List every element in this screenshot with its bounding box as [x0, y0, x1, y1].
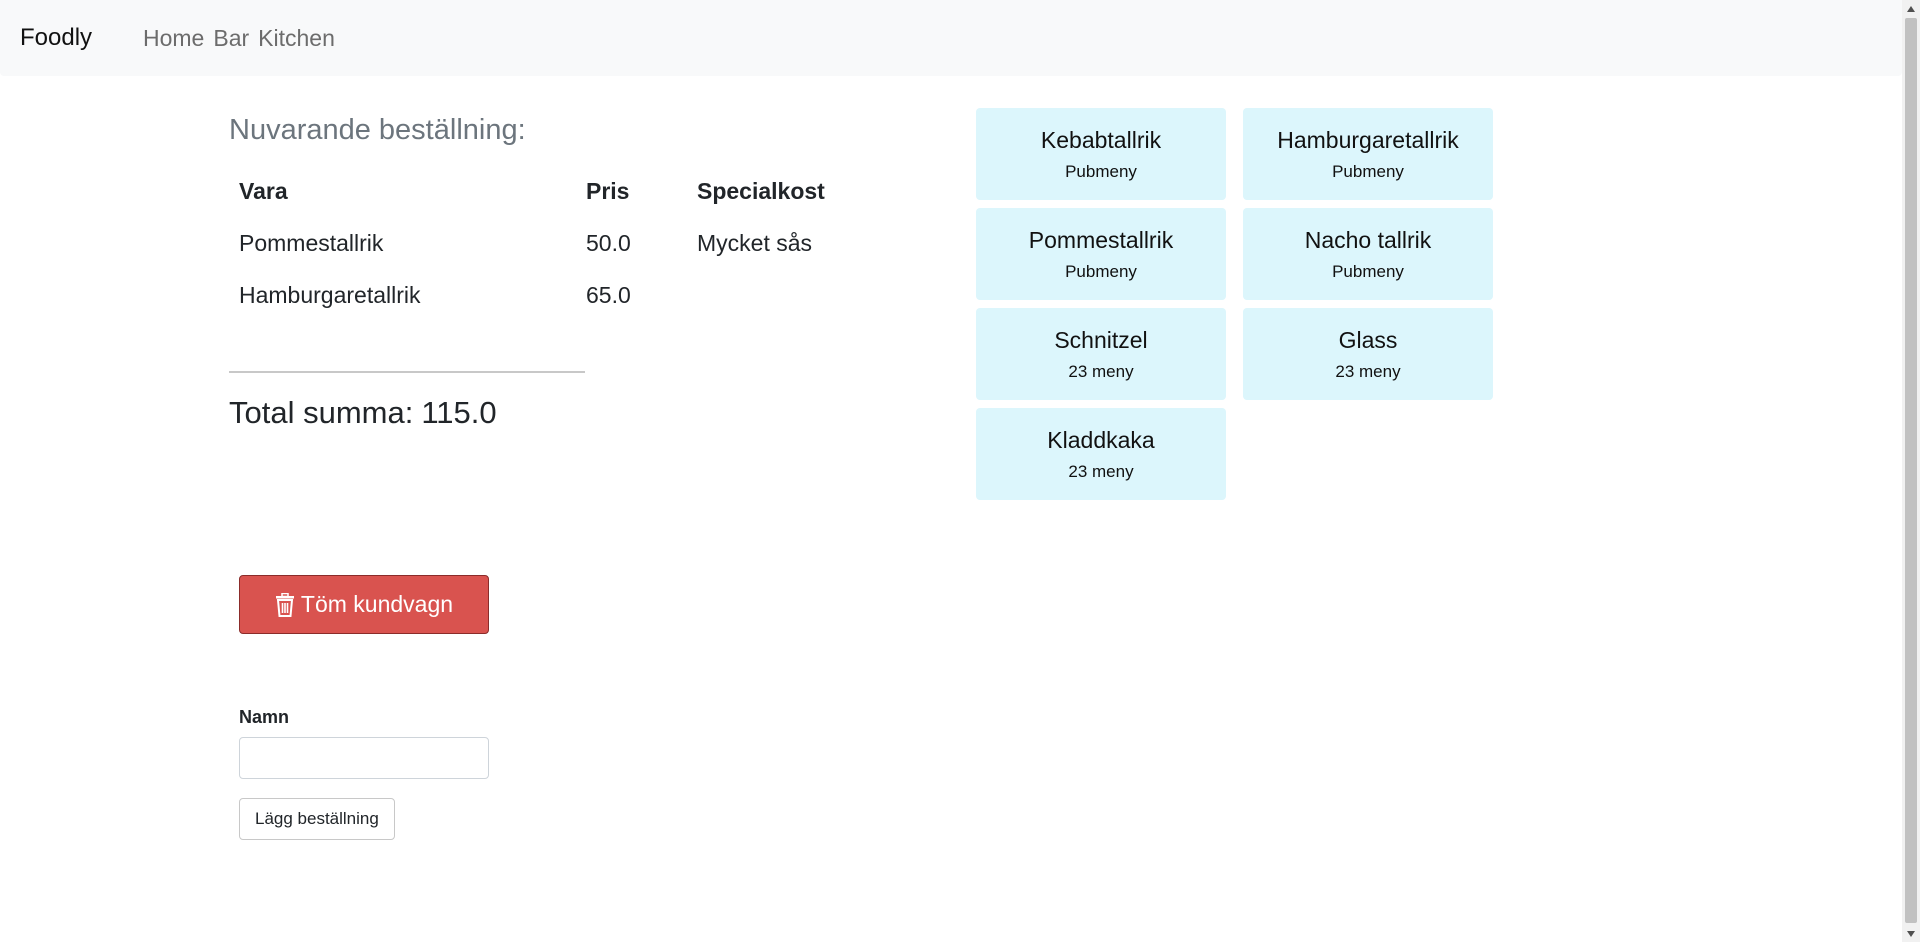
- nav-link-home[interactable]: Home: [143, 25, 204, 52]
- clear-cart-button[interactable]: Töm kundvagn: [239, 575, 489, 634]
- menu-item-name: Pommestallrik: [1028, 227, 1174, 253]
- place-order-button[interactable]: Lägg beställning: [239, 798, 395, 840]
- menu-item-category: 23 meny: [1068, 462, 1134, 481]
- order-heading: Nuvarande beställning:: [229, 114, 526, 146]
- menu-item-category: Pubmeny: [1332, 162, 1404, 181]
- menu-item-category: Pubmeny: [1065, 262, 1137, 281]
- navbar: Foodly Home Bar Kitchen: [0, 0, 1902, 76]
- order-item-special: Mycket sås: [697, 229, 813, 256]
- order-total: Total summa: 115.0: [229, 395, 505, 431]
- clear-cart-label: Töm kundvagn: [300, 591, 454, 617]
- menu-item-category: Pubmeny: [1332, 262, 1404, 281]
- nav-links: Home Bar Kitchen: [143, 25, 335, 52]
- order-item-special: [687, 269, 897, 321]
- column-header-special: Specialkost: [697, 177, 825, 204]
- total-value: 115.0: [421, 395, 497, 430]
- scrollbar-thumb[interactable]: [1905, 18, 1917, 923]
- menu-item-name: Kladdkaka: [1047, 427, 1155, 453]
- column-header-price: Pris: [586, 177, 630, 204]
- menu-item-name: Hamburgaretallrik: [1277, 127, 1459, 153]
- name-input[interactable]: [239, 737, 489, 779]
- page: Foodly Home Bar Kitchen Nuvarande bestäl…: [0, 0, 1920, 942]
- order-item-name: Pommestallrik: [239, 229, 384, 256]
- scroll-up-arrow-icon[interactable]: [1902, 0, 1920, 17]
- scrollbar[interactable]: [1902, 0, 1920, 942]
- order-table: Vara Pris Specialkost Pommestallrik 50.0…: [229, 165, 897, 321]
- scroll-down-arrow-icon[interactable]: [1902, 925, 1920, 942]
- menu-item-card[interactable]: Kebabtallrik Pubmeny: [976, 108, 1226, 200]
- menu-item-name: Kebabtallrik: [1040, 127, 1162, 153]
- total-label: Total summa:: [229, 395, 414, 430]
- nav-link-bar[interactable]: Bar: [213, 25, 249, 52]
- menu-grid: Kebabtallrik Pubmeny Hamburgaretallrik P…: [976, 108, 1493, 500]
- name-label: Namn: [239, 707, 290, 727]
- table-header-row: Vara Pris Specialkost: [229, 165, 897, 217]
- brand-link[interactable]: Foodly: [20, 24, 92, 52]
- menu-item-category: 23 meny: [1068, 362, 1134, 381]
- column-header-item: Vara: [239, 177, 288, 204]
- menu-item-name: Nacho tallrik: [1304, 227, 1432, 253]
- total-divider: [229, 371, 585, 373]
- table-row: Hamburgaretallrik 65.0: [229, 269, 897, 321]
- order-item-name: Hamburgaretallrik: [239, 281, 421, 308]
- menu-item-card[interactable]: Hamburgaretallrik Pubmeny: [1243, 108, 1493, 200]
- order-item-price: 50.0: [586, 229, 631, 256]
- menu-item-card[interactable]: Glass 23 meny: [1243, 308, 1493, 400]
- menu-item-name: Glass: [1338, 327, 1398, 353]
- nav-link-kitchen[interactable]: Kitchen: [258, 25, 335, 52]
- table-row: Pommestallrik 50.0 Mycket sås: [229, 217, 897, 269]
- menu-item-card[interactable]: Pommestallrik Pubmeny: [976, 208, 1226, 300]
- menu-item-category: 23 meny: [1335, 362, 1401, 381]
- menu-item-category: Pubmeny: [1065, 162, 1137, 181]
- order-item-price: 65.0: [586, 281, 631, 308]
- menu-item-card[interactable]: Nacho tallrik Pubmeny: [1243, 208, 1493, 300]
- trash-icon: [275, 592, 295, 617]
- menu-item-name: Schnitzel: [1054, 327, 1148, 353]
- menu-item-card[interactable]: Kladdkaka 23 meny: [976, 408, 1226, 500]
- menu-item-card[interactable]: Schnitzel 23 meny: [976, 308, 1226, 400]
